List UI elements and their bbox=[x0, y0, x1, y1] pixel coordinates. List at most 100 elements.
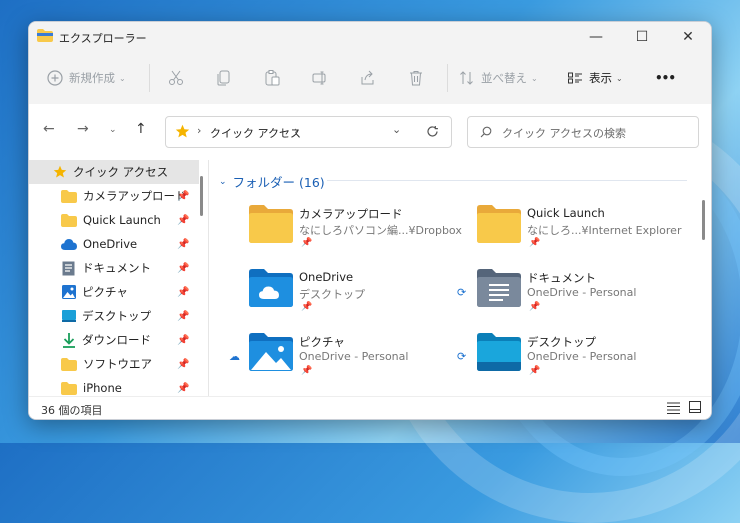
paste-button[interactable] bbox=[263, 52, 281, 104]
sidebar-item-quick-access[interactable]: クイック アクセス bbox=[29, 160, 199, 184]
explorer-window: エクスプローラー — ☐ ✕ 新規作成 ⌄ 並べ替え ⌄ 表示 ⌄ ••• ← … bbox=[28, 21, 712, 420]
breadcrumb-current[interactable]: クイック アクセス bbox=[210, 125, 301, 141]
group-label: フォルダー (16) bbox=[232, 175, 325, 190]
more-button[interactable]: ••• bbox=[655, 52, 676, 104]
command-bar: 新規作成 ⌄ 並べ替え ⌄ 表示 ⌄ ••• bbox=[29, 52, 711, 104]
search-box[interactable]: クイック アクセスの検索 bbox=[467, 116, 699, 148]
address-bar[interactable]: › クイック アクセス › ⌄ bbox=[165, 116, 452, 148]
sidebar-item-onedrive[interactable]: OneDrive 📌 bbox=[29, 232, 199, 256]
pin-icon: 📌 bbox=[177, 286, 190, 298]
close-icon: ✕ bbox=[682, 29, 694, 45]
sort-button[interactable]: 並べ替え ⌄ bbox=[459, 52, 538, 104]
cloud-status-icon: ☁ bbox=[229, 350, 240, 363]
folder-tile-documents[interactable]: ⟳ ドキュメント OneDrive - Personal 📌 bbox=[457, 268, 682, 324]
sidebar-item-label: OneDrive bbox=[83, 237, 138, 251]
details-view-icon[interactable] bbox=[667, 402, 680, 414]
view-button[interactable]: 表示 ⌄ bbox=[567, 52, 623, 104]
minimize-button[interactable]: — bbox=[573, 22, 619, 52]
sidebar-item-desktop[interactable]: デスクトップ 📌 bbox=[29, 304, 199, 328]
copy-button[interactable] bbox=[215, 52, 233, 104]
folder-tile-onedrive[interactable]: OneDrive デスクトップ 📌 bbox=[229, 268, 454, 324]
folder-tile-quick-launch[interactable]: Quick Launch なにしろ...¥Internet Explorer 📌 bbox=[457, 204, 682, 260]
maximize-button[interactable]: ☐ bbox=[619, 22, 665, 52]
group-header-folders[interactable]: ⌄ フォルダー (16) bbox=[219, 172, 325, 191]
sidebar-item-pictures[interactable]: ピクチャ 📌 bbox=[29, 280, 199, 304]
refresh-icon[interactable] bbox=[426, 125, 439, 138]
rename-icon bbox=[312, 71, 326, 85]
recent-dropdown-icon[interactable]: ⌄ bbox=[109, 125, 117, 135]
sidebar-item-label: デスクトップ bbox=[82, 309, 151, 323]
address-dropdown-icon[interactable]: ⌄ bbox=[392, 123, 401, 136]
pin-icon: 📌 bbox=[177, 238, 190, 250]
content-pane: ⌄ フォルダー (16) カメラアップロード なにしろパソコン編...¥Drop… bbox=[209, 160, 711, 396]
rename-button[interactable] bbox=[311, 52, 329, 104]
tile-path: なにしろ...¥Internet Explorer bbox=[527, 224, 682, 237]
folder-icon bbox=[61, 357, 77, 371]
chevron-down-icon: ⌄ bbox=[531, 73, 538, 83]
pin-icon: 📌 bbox=[177, 382, 190, 394]
sidebar-item-documents[interactable]: ドキュメント 📌 bbox=[29, 256, 199, 280]
pin-icon: 📌 bbox=[529, 302, 541, 312]
tile-name: Quick Launch bbox=[527, 206, 605, 220]
item-count: 36 個の項目 bbox=[41, 404, 103, 417]
folder-app-icon bbox=[37, 29, 53, 42]
pin-icon: 📌 bbox=[301, 302, 313, 312]
folder-tile-pictures[interactable]: ☁ ピクチャ OneDrive - Personal 📌 bbox=[229, 332, 454, 388]
desktop-icon bbox=[62, 310, 76, 322]
window-title: エクスプローラー bbox=[59, 32, 147, 45]
status-bar: 36 個の項目 bbox=[29, 396, 711, 419]
pin-icon: 📌 bbox=[529, 238, 541, 248]
breadcrumb-chevron-icon: › bbox=[294, 124, 299, 137]
sidebar-item-label: カメラアップロード bbox=[83, 189, 187, 203]
sidebar-item-label: クイック アクセス bbox=[73, 165, 169, 179]
sidebar-item-label: Quick Launch bbox=[83, 213, 161, 227]
delete-button[interactable] bbox=[407, 52, 425, 104]
sidebar-item-camera-upload[interactable]: カメラアップロード 📌 bbox=[29, 184, 199, 208]
sync-icon: ⟳ bbox=[457, 286, 467, 299]
desktop-folder-icon bbox=[477, 333, 521, 371]
title-bar: エクスプローラー — ☐ ✕ bbox=[29, 22, 711, 52]
sidebar-item-label: ダウンロード bbox=[82, 333, 151, 347]
cut-button[interactable] bbox=[167, 52, 185, 104]
tile-path: デスクトップ bbox=[299, 288, 365, 301]
documents-folder-icon bbox=[477, 269, 521, 307]
forward-arrow-icon[interactable]: → bbox=[77, 121, 89, 137]
share-icon bbox=[361, 70, 374, 85]
sidebar-item-label: iPhone bbox=[83, 381, 122, 395]
tiles-view-icon[interactable] bbox=[689, 401, 701, 413]
sidebar-item-software[interactable]: ソフトウエア 📌 bbox=[29, 352, 199, 376]
sidebar-item-downloads[interactable]: ダウンロード 📌 bbox=[29, 328, 199, 352]
up-arrow-icon[interactable]: ↑ bbox=[135, 121, 147, 137]
sort-button-label: 並べ替え bbox=[481, 71, 527, 85]
plus-circle-icon bbox=[47, 70, 63, 86]
scissors-icon bbox=[169, 70, 183, 85]
share-button[interactable] bbox=[359, 52, 377, 104]
pin-icon: 📌 bbox=[177, 310, 190, 322]
collapse-chevron-icon: ⌄ bbox=[219, 176, 227, 187]
folder-tile-desktop[interactable]: ⟳ デスクトップ OneDrive - Personal 📌 bbox=[457, 332, 682, 388]
folder-icon bbox=[61, 213, 77, 227]
content-scrollbar[interactable] bbox=[702, 200, 705, 240]
sort-icon bbox=[460, 71, 473, 85]
back-arrow-icon[interactable]: ← bbox=[43, 121, 55, 137]
document-icon bbox=[62, 261, 75, 275]
cloud-icon bbox=[61, 238, 77, 250]
download-icon bbox=[63, 332, 75, 348]
pin-icon: 📌 bbox=[177, 214, 190, 226]
tile-path: OneDrive - Personal bbox=[527, 286, 637, 299]
tile-path: なにしろパソコン編...¥Dropbox bbox=[299, 224, 462, 237]
chevron-down-icon: ⌄ bbox=[616, 73, 623, 83]
pin-icon: 📌 bbox=[177, 262, 190, 274]
sync-icon: ⟳ bbox=[457, 350, 467, 363]
new-button[interactable]: 新規作成 ⌄ bbox=[47, 52, 126, 104]
folder-tile-camera-upload[interactable]: カメラアップロード なにしろパソコン編...¥Dropbox 📌 bbox=[229, 204, 462, 260]
folder-icon bbox=[249, 205, 293, 243]
pictures-folder-icon bbox=[249, 333, 293, 371]
folder-icon bbox=[477, 205, 521, 243]
sidebar-item-quick-launch[interactable]: Quick Launch 📌 bbox=[29, 208, 199, 232]
more-icon: ••• bbox=[655, 71, 676, 85]
close-button[interactable]: ✕ bbox=[665, 22, 711, 52]
maximize-icon: ☐ bbox=[635, 29, 649, 45]
pin-icon: 📌 bbox=[177, 190, 190, 202]
sidebar-scrollbar[interactable] bbox=[200, 176, 203, 216]
